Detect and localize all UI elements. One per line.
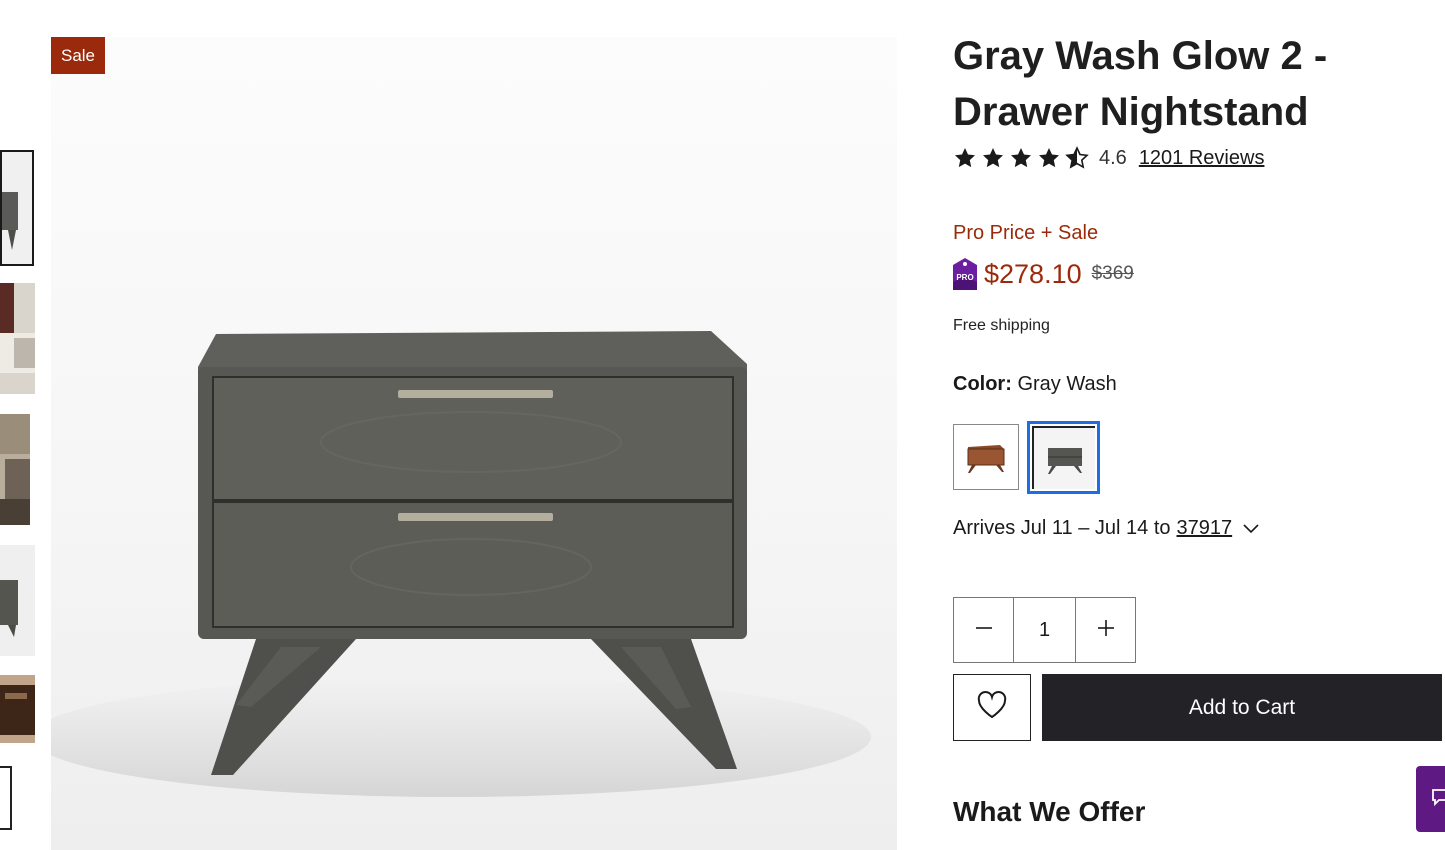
pro-badge-icon: PRO xyxy=(953,258,977,290)
shipping-info: Free shipping xyxy=(953,317,1050,334)
swatch-walnut[interactable] xyxy=(953,424,1019,490)
delivery-text: Arrives Jul 11 – Jul 14 to xyxy=(953,517,1171,539)
delivery-estimate: Arrives Jul 11 – Jul 14 to 37917 xyxy=(953,517,1260,540)
rating-value: 4.6 xyxy=(1099,146,1127,169)
thumbnail-5[interactable] xyxy=(0,675,35,743)
rating-row: 4.6 1201 Reviews xyxy=(953,144,1264,172)
star-rating xyxy=(953,146,1089,170)
increase-quantity-button[interactable] xyxy=(1076,598,1135,662)
thumbnail-strip xyxy=(0,0,40,850)
zip-code-link[interactable]: 37917 xyxy=(1177,517,1233,540)
star-icon xyxy=(953,146,977,170)
product-title: Gray Wash Glow 2 - Drawer Nightstand xyxy=(953,34,1328,134)
reviews-link[interactable]: 1201 Reviews xyxy=(1139,147,1265,170)
star-icon xyxy=(1009,146,1033,170)
sale-badge: Sale xyxy=(51,37,105,74)
minus-icon xyxy=(974,618,994,643)
main-product-image[interactable] xyxy=(51,37,897,850)
thumbnail-1[interactable] xyxy=(0,150,34,266)
add-to-cart-button[interactable]: Add to Cart xyxy=(1042,674,1442,741)
thumbnail-4[interactable] xyxy=(0,545,35,656)
swatch-gray-wash[interactable] xyxy=(1027,421,1100,494)
thumbnail-2[interactable] xyxy=(0,283,35,394)
plus-icon xyxy=(1096,618,1116,643)
chevron-down-icon[interactable] xyxy=(1242,517,1260,540)
section-heading: What We Offer xyxy=(953,796,1146,827)
sale-price: $278.10 xyxy=(984,258,1082,289)
decrease-quantity-button[interactable] xyxy=(954,598,1013,662)
wishlist-button[interactable] xyxy=(953,674,1031,741)
color-label: Color: xyxy=(953,373,1012,395)
thumbnail-more[interactable] xyxy=(0,766,12,830)
quantity-stepper: 1 xyxy=(953,597,1136,663)
pro-badge-text: PRO xyxy=(956,273,973,282)
heart-icon xyxy=(976,691,1008,724)
was-price: $369 xyxy=(1091,263,1134,284)
thumbnail-3[interactable] xyxy=(0,414,30,525)
color-value: Gray Wash xyxy=(1017,373,1117,395)
quantity-input[interactable]: 1 xyxy=(1013,598,1076,662)
chat-button[interactable] xyxy=(1416,766,1445,832)
color-selection-label: Color: Gray Wash xyxy=(953,373,1117,396)
half-star-icon xyxy=(1065,146,1089,170)
star-icon xyxy=(1037,146,1061,170)
star-icon xyxy=(981,146,1005,170)
price-row: PRO $278.10 $369 xyxy=(953,258,1134,290)
promo-label: Pro Price + Sale xyxy=(953,222,1099,244)
chat-icon xyxy=(1430,787,1445,812)
